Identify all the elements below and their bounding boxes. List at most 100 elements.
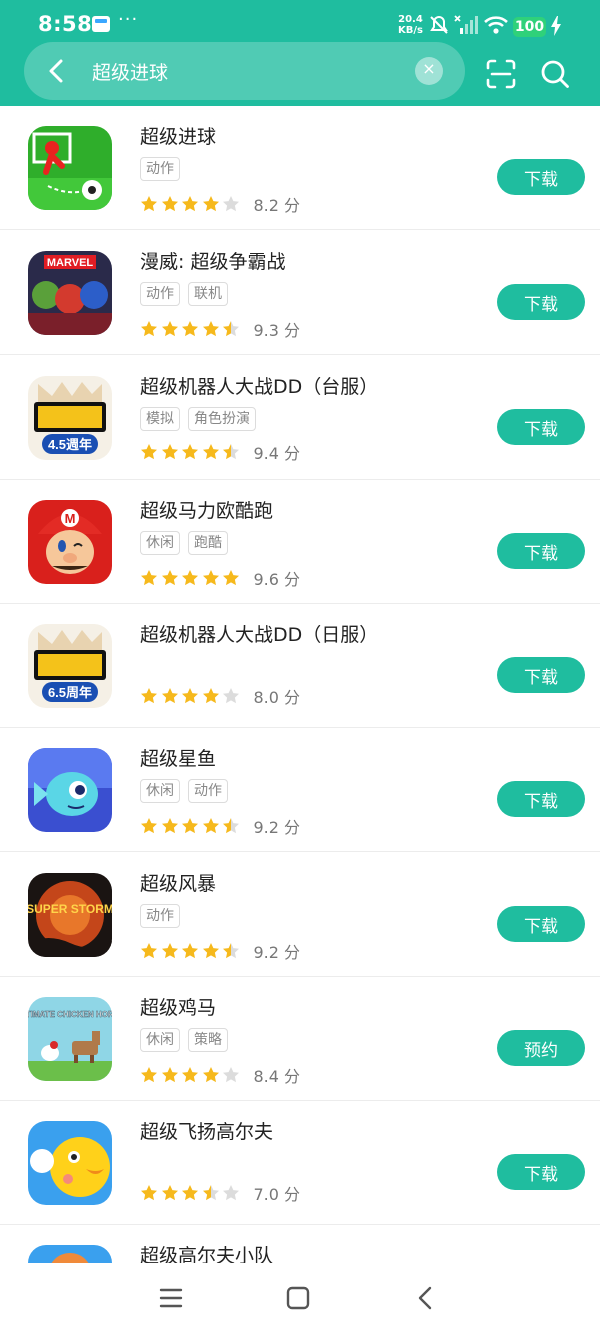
star-icon bbox=[161, 321, 178, 337]
star-icon bbox=[223, 321, 239, 337]
app-name: 超级进球 bbox=[140, 126, 217, 148]
soccer-app-icon[interactable] bbox=[28, 126, 112, 210]
app-name: 超级鸡马 bbox=[140, 997, 217, 1019]
app-name: 超级机器人大战DD（台服） bbox=[140, 376, 379, 398]
star-icon bbox=[202, 321, 219, 337]
system-nav-bar bbox=[0, 1263, 600, 1333]
robot-wars-jp-app-icon[interactable]: 6.5周年 bbox=[28, 624, 112, 708]
score: 9.4 分 bbox=[253, 444, 301, 463]
robot-wars-app-icon[interactable]: 4.5週年 bbox=[28, 376, 112, 460]
search-input[interactable] bbox=[92, 55, 392, 87]
super-storm-app-icon[interactable]: SUPER STORM bbox=[28, 873, 112, 957]
download-button[interactable]: 下载 bbox=[497, 409, 585, 445]
star-icon bbox=[182, 818, 198, 834]
golf-bird-app-icon[interactable] bbox=[28, 1121, 112, 1205]
tag-list: 动作 bbox=[140, 157, 180, 181]
download-button[interactable]: 下载 bbox=[497, 657, 585, 693]
star-icon bbox=[141, 196, 157, 212]
download-button[interactable]: 下载 bbox=[497, 1154, 585, 1190]
star-icon bbox=[182, 570, 198, 586]
more-notifications-icon: ··· bbox=[118, 9, 139, 30]
app-name: 超级风暴 bbox=[140, 873, 217, 895]
list-item[interactable]: 超级星鱼 休闲 动作 9.2 分 下载 bbox=[0, 728, 600, 852]
tag: 联机 bbox=[188, 282, 228, 306]
scan-icon[interactable] bbox=[484, 57, 518, 91]
svg-text:6.5周年: 6.5周年 bbox=[48, 685, 92, 700]
tag: 跑酷 bbox=[188, 531, 228, 555]
star-icon bbox=[161, 444, 178, 460]
list-item[interactable]: M 超级马力欧酷跑 休闲 跑酷 9.6 分 下载 bbox=[0, 480, 600, 604]
star-icon bbox=[141, 1067, 157, 1083]
star-icon bbox=[161, 196, 178, 212]
app-name: 漫威: 超级争霸战 bbox=[140, 251, 286, 273]
star-icon bbox=[182, 1067, 198, 1083]
star-icon bbox=[161, 688, 178, 704]
download-button[interactable]: 下载 bbox=[497, 284, 585, 320]
menu-icon[interactable] bbox=[156, 1283, 186, 1313]
star-icon bbox=[161, 818, 178, 834]
rating: 9.2 分 bbox=[140, 814, 300, 838]
download-button[interactable]: 下载 bbox=[497, 159, 585, 195]
clear-search-button[interactable]: × bbox=[415, 57, 443, 85]
app-name: 超级机器人大战DD（日服） bbox=[140, 624, 379, 646]
star-icon bbox=[182, 943, 198, 959]
search-icon[interactable] bbox=[538, 57, 572, 91]
star-icon bbox=[141, 818, 157, 834]
list-item[interactable]: SUPER STORM 超级风暴 动作 9.2 分 下载 bbox=[0, 853, 600, 977]
rating: 8.0 分 bbox=[140, 684, 300, 708]
score: 7.0 分 bbox=[253, 1185, 301, 1204]
star-icon bbox=[202, 943, 219, 959]
battery-level: 100 bbox=[513, 17, 546, 37]
app-name: 超级马力欧酷跑 bbox=[140, 500, 274, 522]
star-icon bbox=[182, 1185, 198, 1201]
back-icon[interactable] bbox=[411, 1283, 441, 1313]
tag: 休闲 bbox=[140, 1028, 180, 1052]
star-icon bbox=[223, 444, 239, 460]
list-item[interactable]: 超级高尔夫小队 bbox=[0, 1225, 600, 1263]
star-icon bbox=[182, 688, 198, 704]
tag: 动作 bbox=[140, 904, 180, 928]
score: 9.2 分 bbox=[253, 818, 301, 837]
star-icon bbox=[202, 818, 219, 834]
list-item[interactable]: 超级飞扬高尔夫 7.0 分 下载 bbox=[0, 1101, 600, 1225]
chicken-horse-app-icon[interactable]: ULTIMATE CHICKEN HORSE bbox=[28, 997, 112, 1081]
svg-text:4.5週年: 4.5週年 bbox=[48, 437, 92, 452]
download-button[interactable]: 下载 bbox=[497, 781, 585, 817]
star-icon bbox=[202, 688, 219, 704]
mario-app-icon[interactable]: M bbox=[28, 500, 112, 584]
rating: 9.4 分 bbox=[140, 440, 300, 464]
tag: 策略 bbox=[188, 1028, 228, 1052]
star-icon bbox=[202, 444, 219, 460]
star-fish-app-icon[interactable] bbox=[28, 748, 112, 832]
tag-list: 动作 联机 bbox=[140, 282, 228, 306]
download-button[interactable]: 下载 bbox=[497, 906, 585, 942]
network-speed: 20.4 KB/s bbox=[398, 14, 423, 36]
wifi-icon bbox=[484, 16, 508, 34]
svg-text:M: M bbox=[65, 511, 76, 526]
star-icon bbox=[182, 321, 198, 337]
star-icon bbox=[202, 196, 219, 212]
list-item[interactable]: 4.5週年 超级机器人大战DD（台服） 模拟 角色扮演 9.4 分 下载 bbox=[0, 356, 600, 480]
search-results-list: 超级进球 动作 8.2 分 下载 MARVEL 漫威: 超级争霸战 动作 联机 … bbox=[0, 106, 600, 1263]
rating: 8.2 分 bbox=[140, 192, 300, 216]
app-name: 超级高尔夫小队 bbox=[140, 1245, 274, 1263]
tag: 动作 bbox=[140, 282, 180, 306]
star-icon bbox=[141, 570, 157, 586]
list-item[interactable]: ULTIMATE CHICKEN HORSE 超级鸡马 休闲 策略 8.4 分 … bbox=[0, 977, 600, 1101]
golf-squad-app-icon[interactable] bbox=[28, 1245, 112, 1263]
score: 8.2 分 bbox=[253, 196, 301, 215]
back-arrow-icon[interactable] bbox=[40, 54, 74, 88]
reserve-button[interactable]: 预约 bbox=[497, 1030, 585, 1066]
list-item[interactable]: MARVEL 漫威: 超级争霸战 动作 联机 9.3 分 下载 bbox=[0, 231, 600, 355]
star-icon bbox=[161, 1185, 178, 1201]
star-icon bbox=[202, 1185, 219, 1201]
star-icon bbox=[182, 444, 198, 460]
home-icon[interactable] bbox=[283, 1283, 313, 1313]
marvel-app-icon[interactable]: MARVEL bbox=[28, 251, 112, 335]
list-item[interactable]: 超级进球 动作 8.2 分 下载 bbox=[0, 106, 600, 230]
clock: 8:58 bbox=[38, 12, 93, 36]
download-button[interactable]: 下载 bbox=[497, 533, 585, 569]
score: 8.0 分 bbox=[253, 688, 301, 707]
star-icon bbox=[141, 444, 157, 460]
list-item[interactable]: 6.5周年 超级机器人大战DD（日服） 8.0 分 下载 bbox=[0, 604, 600, 728]
